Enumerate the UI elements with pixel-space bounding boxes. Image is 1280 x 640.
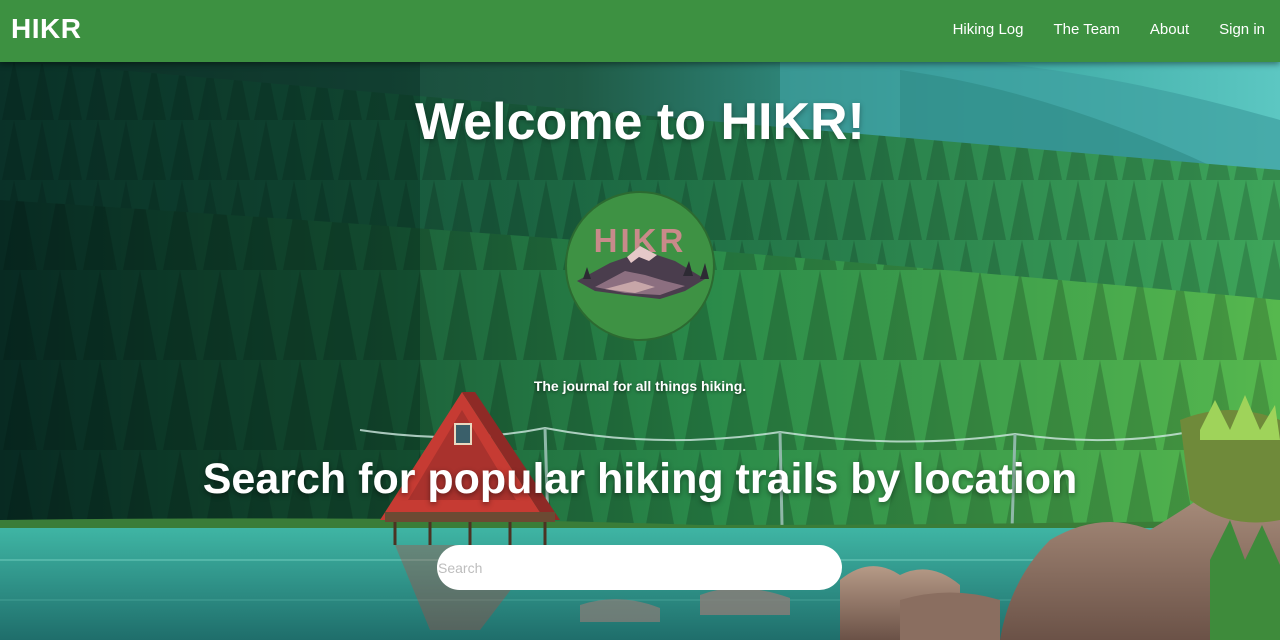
hero-title: Welcome to HIKR! (415, 93, 865, 151)
search-input[interactable] (437, 545, 842, 590)
nav-link-sign-in[interactable]: Sign in (1219, 21, 1265, 38)
brand-logo-link[interactable]: HIKR (11, 13, 81, 45)
nav-link-hiking-log[interactable]: Hiking Log (953, 21, 1024, 38)
top-navbar: HIKR Hiking Log The Team About Sign in (0, 0, 1280, 62)
tagline: The journal for all things hiking. (533, 378, 747, 394)
nav-link-the-team[interactable]: The Team (1053, 21, 1119, 38)
mountain-logo-icon: HIKR (565, 191, 715, 341)
search-heading: Search for popular hiking trails by loca… (202, 455, 1078, 503)
page: HIKR Hiking Log The Team About Sign in W… (0, 0, 1280, 640)
hikr-logo: HIKR (565, 191, 715, 341)
nav-link-about[interactable]: About (1150, 21, 1189, 38)
nav-links: Hiking Log The Team About Sign in (953, 21, 1265, 38)
